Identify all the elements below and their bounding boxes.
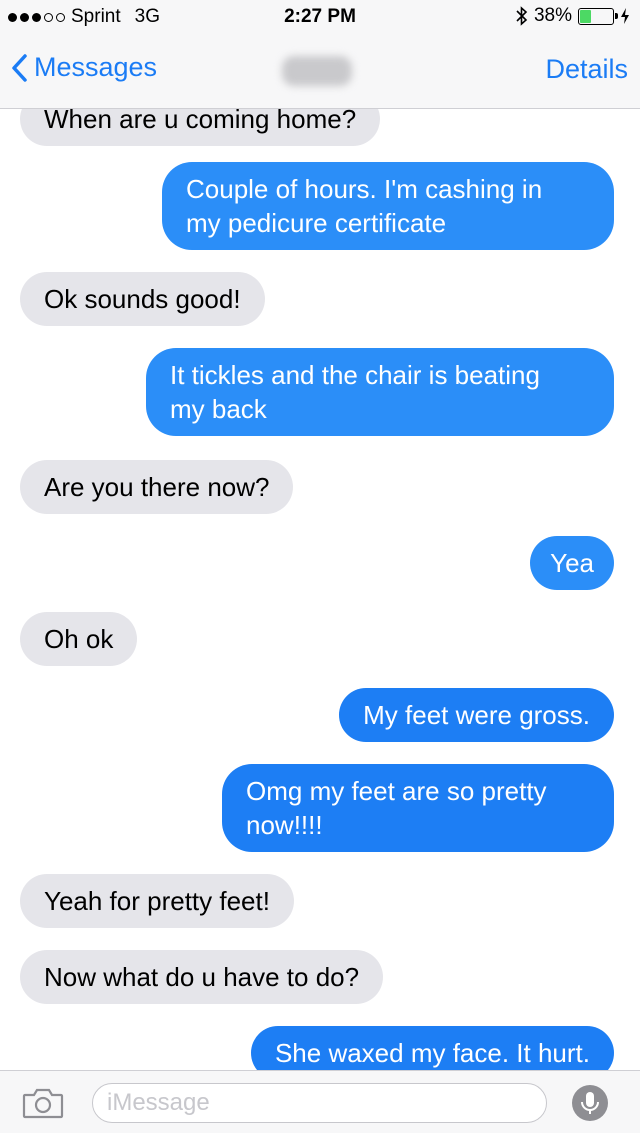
message-text: My feet were gross.	[363, 700, 590, 730]
message-text-line2: my pedicure certificate	[186, 208, 447, 238]
message-text: Couple of hours. I'm cashing in	[186, 174, 543, 204]
message-text: Ok sounds good!	[44, 284, 241, 314]
message-text-line2: my back	[170, 394, 267, 424]
message-text: Yea	[550, 548, 594, 578]
back-button[interactable]: Messages	[10, 52, 157, 83]
microphone-button[interactable]	[572, 1085, 608, 1121]
status-right: 38%	[516, 5, 630, 27]
details-button[interactable]: Details	[545, 54, 628, 85]
message-bubble-incoming[interactable]: When are u coming home?	[20, 108, 381, 146]
message-text: It tickles and the chair is beating	[170, 360, 540, 390]
message-text: Omg my feet are so pretty	[246, 776, 547, 806]
message-bubble-outgoing[interactable]: It tickles and the chair is beating my b…	[146, 348, 614, 436]
contact-name-redacted[interactable]	[282, 56, 352, 86]
message-text: She waxed my face. It hurt.	[274, 1038, 590, 1068]
message-thread[interactable]: When are u coming home? Couple of hours.…	[0, 108, 640, 1070]
message-bubble-outgoing[interactable]: My feet were gross.	[339, 688, 614, 742]
battery-percent: 38%	[533, 5, 572, 26]
back-button-label: Messages	[34, 52, 158, 82]
microphone-icon	[581, 1092, 599, 1114]
charging-icon	[621, 8, 629, 24]
camera-icon[interactable]	[22, 1087, 64, 1119]
message-bubble-outgoing[interactable]: She waxed my face. It hurt.	[250, 1026, 614, 1070]
message-bubble-incoming[interactable]: Now what do u have to do?	[20, 950, 384, 1004]
battery-fill	[580, 9, 591, 23]
message-bubble-outgoing[interactable]: Yea	[530, 536, 614, 590]
message-bubble-incoming[interactable]: Are you there now?	[20, 460, 294, 514]
bluetooth-icon	[516, 6, 528, 26]
message-bubble-incoming[interactable]: Ok sounds good!	[20, 272, 265, 326]
chevron-left-icon	[12, 53, 27, 82]
message-input[interactable]	[92, 1083, 547, 1123]
message-text: Are you there now?	[44, 472, 270, 502]
message-bubble-incoming[interactable]: Yeah for pretty feet!	[20, 874, 294, 928]
status-bar: Sprint 3G 2:27 PM 38%	[0, 0, 640, 34]
message-text: Yeah for pretty feet!	[44, 886, 270, 916]
message-bubble-outgoing[interactable]: Omg my feet are so pretty now!!!!	[222, 764, 614, 852]
message-bubble-incoming[interactable]: Oh ok	[20, 612, 138, 666]
message-text: Oh ok	[44, 624, 114, 654]
compose-bar	[0, 1070, 640, 1133]
battery-icon	[578, 7, 618, 25]
message-bubble-outgoing[interactable]: Couple of hours. I'm cashing in my pedic…	[162, 162, 614, 250]
message-text: Now what do u have to do?	[44, 962, 360, 992]
message-text-line2: now!!!!	[246, 810, 323, 840]
nav-bar: Messages Details	[0, 34, 640, 109]
message-text: When are u coming home?	[44, 108, 357, 134]
